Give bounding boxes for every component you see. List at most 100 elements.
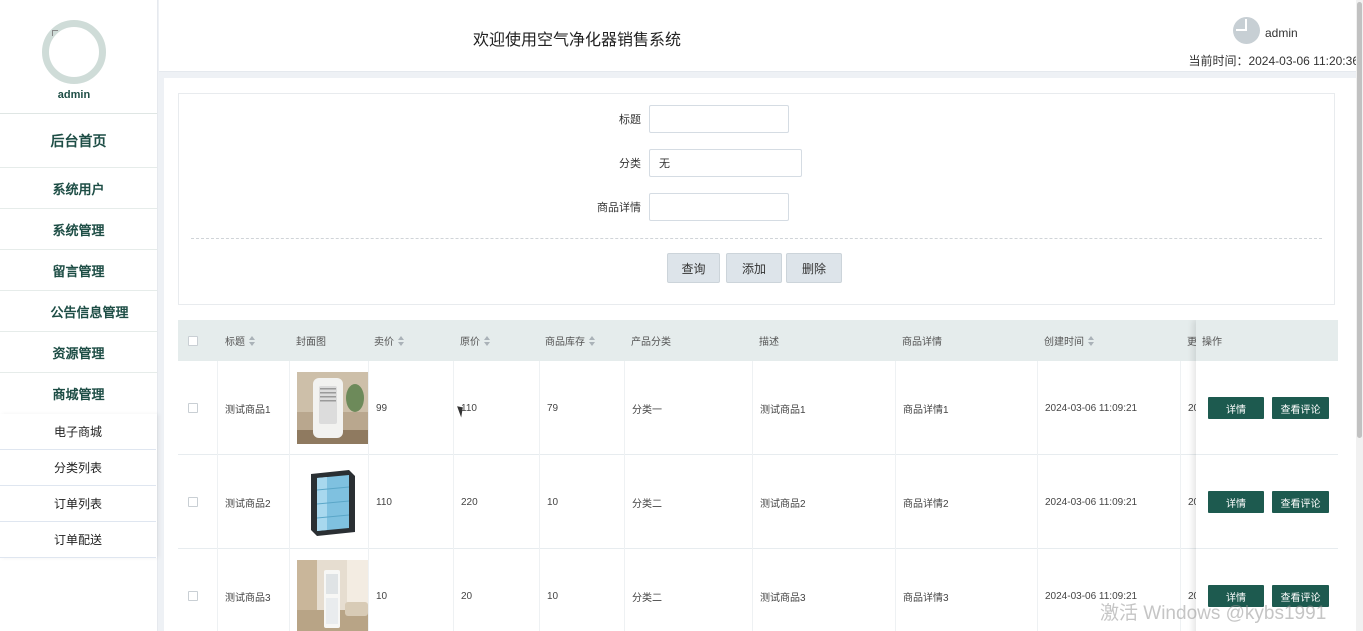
sidebar-item-system-users[interactable]: 系统用户 bbox=[0, 168, 157, 209]
cell-created: 2024-03-06 11:09:21 bbox=[1037, 361, 1180, 455]
cell-price: 10 bbox=[368, 549, 453, 631]
cell-category: 分类一 bbox=[624, 361, 752, 455]
col-created-label: 创建时间 bbox=[1044, 337, 1084, 348]
title-filter-label: 标题 bbox=[619, 114, 641, 126]
col-price[interactable]: 卖价 bbox=[374, 320, 404, 361]
col-title[interactable]: 标题 bbox=[225, 320, 255, 361]
scrollbar-thumb[interactable] bbox=[1357, 2, 1362, 438]
col-detail: 商品详情 bbox=[902, 320, 942, 361]
submenu-item-delivery[interactable]: 订单配送 bbox=[0, 522, 156, 558]
col-cover-label: 封面图 bbox=[296, 337, 326, 348]
cell-stock: 10 bbox=[539, 549, 624, 631]
cell-created: 2024-03-06 11:09:21 bbox=[1037, 455, 1180, 549]
time-label: 当前时间： bbox=[1188, 54, 1249, 68]
sidebar-item-announcements[interactable]: 公告信息管理 bbox=[0, 291, 157, 332]
select-all-checkbox[interactable] bbox=[188, 320, 198, 361]
submenu-item-label: 订单列表 bbox=[53, 497, 102, 511]
search-panel: 标题 分类 无 商品详情 查询 添加 删除 bbox=[178, 93, 1335, 305]
sidebar-item-label: 资源管理 bbox=[52, 345, 105, 361]
sidebar-item-label: 公告信息管理 bbox=[50, 304, 129, 320]
submenu-item-categories[interactable]: 分类列表 bbox=[0, 450, 156, 486]
submenu-item-label: 订单配送 bbox=[53, 533, 102, 547]
add-button[interactable]: 添加 bbox=[726, 253, 782, 283]
detail-filter-input[interactable] bbox=[649, 193, 789, 221]
col-description-label: 描述 bbox=[759, 337, 779, 348]
user-avatar-icon[interactable] bbox=[1233, 17, 1260, 44]
cell-description: 测试商品3 bbox=[752, 549, 895, 631]
sidebar-item-label: 留言管理 bbox=[52, 263, 105, 279]
delete-button[interactable]: 删除 bbox=[786, 253, 842, 283]
cell-title: 测试商品1 bbox=[217, 361, 289, 455]
sidebar-item-messages[interactable]: 留言管理 bbox=[0, 250, 157, 291]
sidebar-submenu: 电子商城 分类列表 订单列表 订单配送 bbox=[0, 414, 157, 558]
product-image bbox=[297, 560, 368, 631]
cell-stock: 10 bbox=[539, 455, 624, 549]
current-time: 当前时间：2024-03-06 11:20:36 bbox=[1188, 52, 1359, 69]
cell-category: 分类二 bbox=[624, 455, 752, 549]
cell-stock: 79 bbox=[539, 361, 624, 455]
row-checkbox[interactable] bbox=[178, 549, 217, 631]
sidebar-item-mall-management[interactable]: 商城管理 bbox=[0, 373, 157, 414]
title-filter-input[interactable] bbox=[649, 105, 789, 133]
col-actions: 操作 bbox=[1196, 320, 1338, 361]
page-scrollbar[interactable] bbox=[1356, 0, 1363, 631]
row-checkbox[interactable] bbox=[178, 455, 217, 549]
header-username[interactable]: admin bbox=[1265, 26, 1298, 40]
cell-category: 分类二 bbox=[624, 549, 752, 631]
col-original-price-label: 原价 bbox=[460, 337, 480, 348]
sidebar-item-home[interactable]: 后台首页 bbox=[0, 114, 157, 168]
view-comments-button[interactable]: 查看评论 bbox=[1272, 491, 1329, 513]
submenu-item-label: 电子商城 bbox=[53, 425, 102, 439]
cell-detail: 商品详情3 bbox=[895, 549, 1037, 631]
product-image bbox=[297, 466, 368, 538]
sort-icon[interactable] bbox=[589, 335, 595, 346]
table-row: 测试商品2 110 220 10 分类二 测试商品2 商品详情2 2024-03… bbox=[178, 455, 1338, 549]
sort-icon[interactable] bbox=[484, 335, 490, 346]
actions-column: 操作 详情 查看评论 详情 查看评论 详情 查看评论 bbox=[1196, 320, 1338, 631]
row-checkbox[interactable] bbox=[178, 361, 217, 455]
sort-icon[interactable] bbox=[249, 335, 255, 346]
col-original-price[interactable]: 原价 bbox=[460, 320, 490, 361]
cell-original-price: 220 bbox=[453, 455, 539, 549]
cell-cover bbox=[289, 455, 368, 549]
cell-detail: 商品详情1 bbox=[895, 361, 1037, 455]
col-stock-label: 商品库存 bbox=[545, 337, 585, 348]
cell-original-price: 110 bbox=[453, 361, 539, 455]
detail-button[interactable]: 详情 bbox=[1208, 491, 1264, 513]
watermark: 激活 Windows @kybs1991 bbox=[1100, 603, 1327, 624]
view-comments-button[interactable]: 查看评论 bbox=[1272, 397, 1329, 419]
col-stock[interactable]: 商品库存 bbox=[545, 320, 595, 361]
col-detail-label: 商品详情 bbox=[902, 337, 942, 348]
cell-description: 测试商品2 bbox=[752, 455, 895, 549]
header: 欢迎使用空气净化器销售系统 admin 当前时间：2024-03-06 11:2… bbox=[159, 0, 1363, 72]
table-header: 标题 封面图 卖价 原价 商品库存 产品分类 描述 商品详情 创建时间 更 bbox=[178, 320, 1338, 361]
col-category-label: 产品分类 bbox=[631, 337, 671, 348]
sort-icon[interactable] bbox=[398, 335, 404, 346]
sidebar: admin 后台首页 系统用户 系统管理 留言管理 公告信息管理 资源管理 商城… bbox=[0, 0, 158, 631]
col-cover: 封面图 bbox=[296, 320, 326, 361]
sidebar-item-label: 系统用户 bbox=[52, 181, 105, 197]
product-table: 标题 封面图 卖价 原价 商品库存 产品分类 描述 商品详情 创建时间 更 测试… bbox=[178, 320, 1338, 631]
main-content: 标题 分类 无 商品详情 查询 添加 删除 标题 封面图 卖价 原价 商品库存 … bbox=[164, 78, 1356, 631]
submenu-item-shop[interactable]: 电子商城 bbox=[0, 414, 156, 450]
sidebar-profile: admin bbox=[0, 0, 157, 114]
col-category: 产品分类 bbox=[631, 320, 671, 361]
query-button[interactable]: 查询 bbox=[667, 253, 720, 283]
sidebar-item-resources[interactable]: 资源管理 bbox=[0, 332, 157, 373]
detail-filter-label: 商品详情 bbox=[597, 202, 641, 214]
col-created[interactable]: 创建时间 bbox=[1044, 320, 1094, 361]
time-value: 2024-03-06 11:20:36 bbox=[1248, 54, 1359, 68]
profile-username: admin bbox=[57, 89, 91, 101]
broken-image-icon bbox=[52, 30, 58, 36]
cell-description: 测试商品1 bbox=[752, 361, 895, 455]
detail-button[interactable]: 详情 bbox=[1208, 397, 1264, 419]
cell-price: 99 bbox=[368, 361, 453, 455]
submenu-item-orders[interactable]: 订单列表 bbox=[0, 486, 156, 522]
sort-icon[interactable] bbox=[1088, 335, 1094, 346]
sidebar-item-system-management[interactable]: 系统管理 bbox=[0, 209, 157, 250]
actions-cell: 详情 查看评论 bbox=[1196, 361, 1338, 455]
category-filter-select[interactable]: 无 bbox=[649, 149, 802, 177]
actions-cell: 详情 查看评论 bbox=[1196, 455, 1338, 549]
detail-filter-row: 商品详情 bbox=[539, 193, 789, 221]
category-filter-row: 分类 无 bbox=[539, 149, 802, 177]
